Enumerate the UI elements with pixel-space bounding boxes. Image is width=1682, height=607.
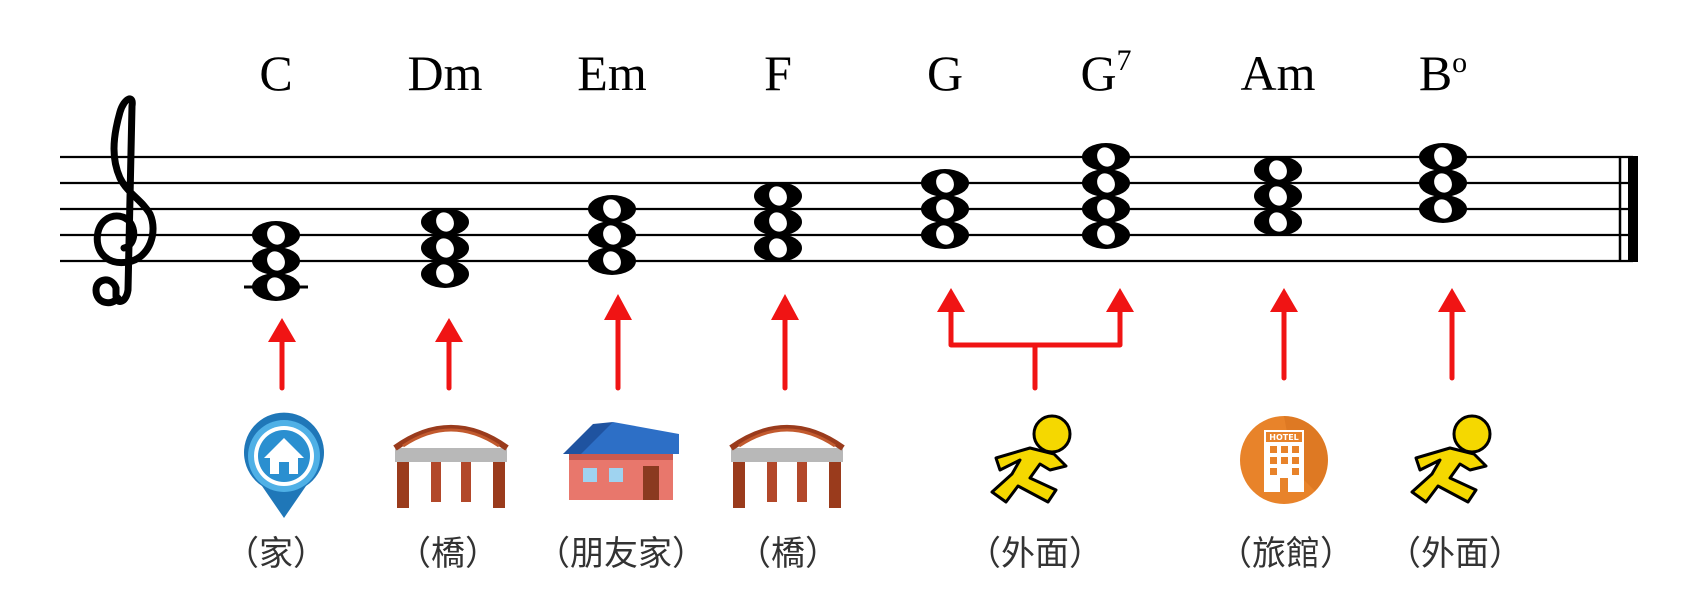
- label-hotel: （旅館）: [1218, 534, 1354, 574]
- location-labels: （家） （橋） （朋友家） （橋） （外面） （旅館） （外面）: [225, 534, 1523, 574]
- label-bridge: （橋）: [397, 534, 499, 574]
- chord-notes-em: [588, 195, 636, 275]
- hotel-sign: HOTEL: [1269, 433, 1299, 442]
- arrows: [268, 288, 1466, 391]
- home-pin-icon: [244, 412, 324, 518]
- chord-notes: [244, 143, 1467, 301]
- chord-notes-c: [244, 221, 308, 301]
- final-barline-thick: [1628, 156, 1638, 262]
- treble-clef-icon: [92, 95, 157, 307]
- chord-name-f: F: [764, 45, 792, 101]
- house-icon: [563, 422, 679, 500]
- arrow-bdim: [1438, 288, 1466, 381]
- label-outside: （外面）: [1387, 534, 1523, 574]
- arrow-c: [268, 318, 296, 391]
- running-man-icon: [990, 414, 1072, 504]
- chord-name-bdim: Bo: [1419, 45, 1467, 101]
- arrow-em: [604, 294, 632, 391]
- bridge-icon: [729, 425, 845, 508]
- chord-notes-g7: [1082, 143, 1130, 249]
- arrow-am: [1270, 288, 1298, 381]
- chord-name-em: Em: [577, 45, 647, 101]
- chord-name-dm: Dm: [408, 45, 483, 101]
- staff: [60, 155, 1638, 263]
- chord-name-am: Am: [1241, 45, 1316, 101]
- label-friends-house: （朋友家）: [536, 534, 706, 574]
- chord-notes-f: [754, 182, 802, 262]
- arrow-g-g7-bracket: [937, 288, 1134, 391]
- chord-notes-am: [1254, 156, 1302, 236]
- running-man-icon: [1410, 414, 1492, 504]
- bridge-icon: [393, 425, 509, 508]
- label-home: （家）: [225, 534, 327, 574]
- arrow-f: [771, 294, 799, 391]
- chord-notes-bdim: [1419, 143, 1467, 223]
- chord-diagram: C Dm Em F G G7 Am Bo HOTEL （家） （橋） （朋友家）…: [60, 44, 1638, 574]
- chord-names: C Dm Em F G G7 Am Bo: [259, 44, 1467, 101]
- hotel-icon: HOTEL: [1240, 416, 1328, 504]
- label-bridge: （橋）: [737, 534, 839, 574]
- chord-name-c: C: [259, 45, 292, 101]
- chord-notes-dm: [421, 208, 469, 288]
- chord-name-g: G: [927, 45, 963, 101]
- arrow-dm: [435, 318, 463, 391]
- label-outside: （外面）: [967, 534, 1103, 574]
- chord-name-g7: G7: [1080, 44, 1131, 101]
- chord-notes-g: [921, 169, 969, 249]
